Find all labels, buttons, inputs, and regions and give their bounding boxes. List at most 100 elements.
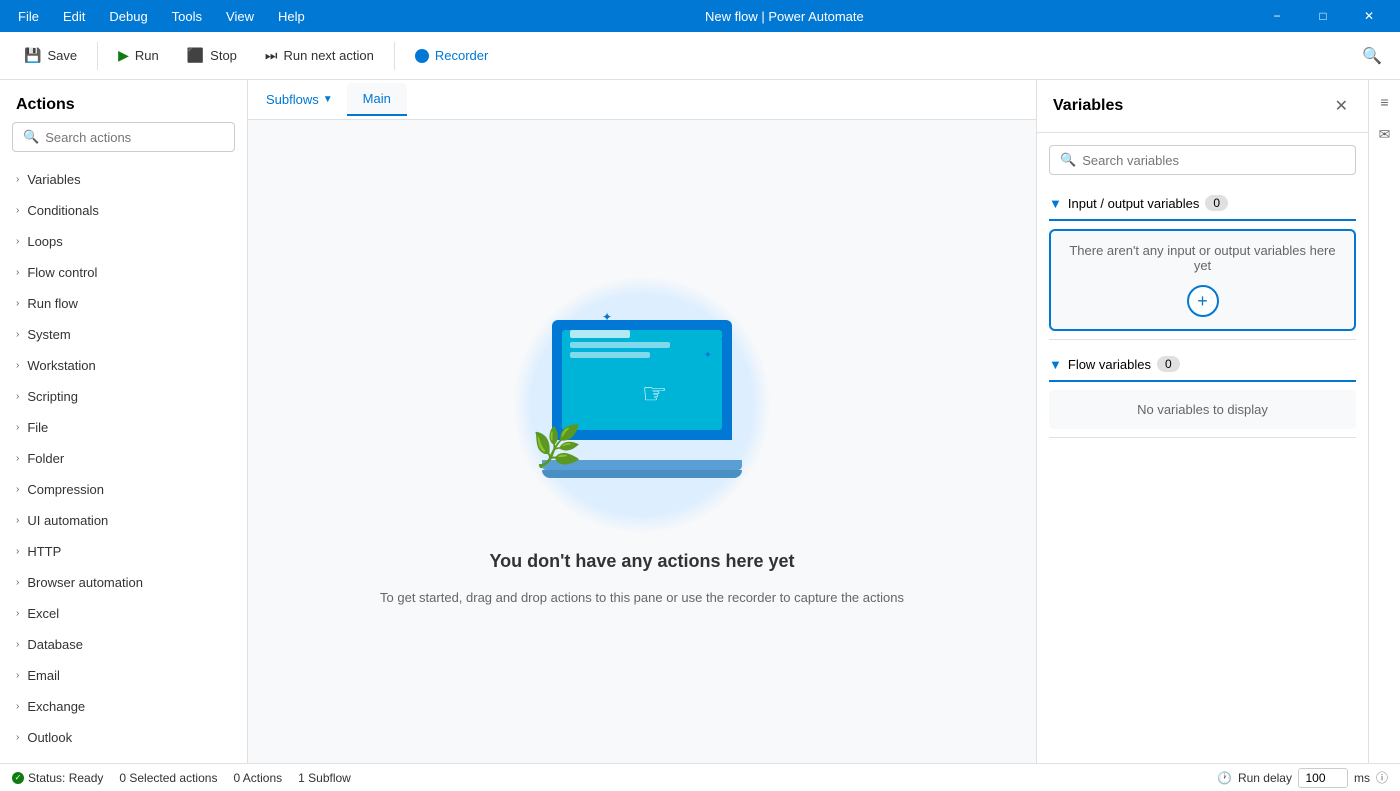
laptop-foot (542, 470, 742, 478)
action-group-label: Loops (27, 234, 62, 249)
action-group-database[interactable]: › Database (0, 629, 247, 660)
io-count-badge: 0 (1205, 195, 1228, 211)
flow-canvas: Subflows ▼ Main ☞ (248, 80, 1036, 763)
action-group-file[interactable]: › File (0, 412, 247, 443)
action-group-loops[interactable]: › Loops (0, 226, 247, 257)
search-input[interactable] (45, 130, 224, 145)
status-bar: ✓ Status: Ready 0 Selected actions 0 Act… (0, 763, 1400, 791)
screen-bar (570, 330, 630, 338)
actions-list: › Variables › Conditionals › Loops › Flo… (0, 164, 247, 763)
action-group-label: Exchange (27, 699, 85, 714)
save-label: Save (47, 48, 77, 63)
action-group-browser-automation[interactable]: › Browser automation (0, 567, 247, 598)
menu-tools[interactable]: Tools (162, 5, 212, 28)
menu-view[interactable]: View (216, 5, 264, 28)
chevron-icon: › (16, 205, 19, 216)
action-group-label: Email (27, 668, 60, 683)
menu-file[interactable]: File (8, 5, 49, 28)
action-group-variables[interactable]: › Variables (0, 164, 247, 195)
chevron-icon: › (16, 391, 19, 402)
run-next-button[interactable]: ⏭ Run next action (253, 41, 386, 70)
sparkles-icon: ✦ (719, 330, 732, 350)
action-group-label: Folder (27, 451, 64, 466)
maximize-button[interactable]: □ (1300, 0, 1346, 32)
subflows-button[interactable]: Subflows ▼ (256, 86, 343, 113)
action-group-conditionals[interactable]: › Conditionals (0, 195, 247, 226)
run-delay-input[interactable] (1298, 768, 1348, 788)
flow-empty-text: No variables to display (1061, 402, 1344, 417)
variables-search-container: 🔍 (1049, 145, 1356, 175)
search-icon[interactable]: 🔍 (1356, 40, 1388, 72)
menu-bar: File Edit Debug Tools View Help (8, 5, 315, 28)
save-button[interactable]: 💾 Save (12, 41, 89, 70)
flow-count-badge: 0 (1157, 356, 1180, 372)
action-group-email[interactable]: › Email (0, 660, 247, 691)
action-group-excel[interactable]: › Excel (0, 598, 247, 629)
action-group-label: Database (27, 637, 83, 652)
cursor-icon: ☞ (642, 377, 667, 410)
chevron-icon: › (16, 298, 19, 309)
action-group-workstation[interactable]: › Workstation (0, 350, 247, 381)
action-group-folder[interactable]: › Folder (0, 443, 247, 474)
chevron-icon: › (16, 422, 19, 433)
run-button[interactable]: ▶ Run (106, 41, 171, 70)
empty-illustration: ☞ 🌿 ✦ ✦ ✦ (512, 275, 772, 535)
run-delay-unit: ms (1354, 771, 1370, 785)
action-group-system[interactable]: › System (0, 319, 247, 350)
stop-button[interactable]: ⬛ Stop (175, 41, 249, 70)
chevron-icon: › (16, 267, 19, 278)
separator-1 (97, 42, 98, 70)
status-label: Status: Ready (28, 771, 103, 785)
action-group-label: Conditionals (27, 203, 99, 218)
flow-section-header[interactable]: ▼ Flow variables 0 (1049, 348, 1356, 380)
io-divider (1049, 219, 1356, 221)
action-group-flow-control[interactable]: › Flow control (0, 257, 247, 288)
action-group-http[interactable]: › HTTP (0, 536, 247, 567)
minimize-button[interactable]: − (1254, 0, 1300, 32)
close-icon[interactable]: ✕ (1331, 92, 1352, 120)
action-group-outlook[interactable]: › Outlook (0, 722, 247, 753)
menu-help[interactable]: Help (268, 5, 315, 28)
actions-panel-title: Actions (0, 80, 247, 122)
chevron-icon: › (16, 360, 19, 371)
email-icon[interactable]: ✉ (1371, 120, 1399, 148)
action-group-label: Variables (27, 172, 80, 187)
variables-search-input[interactable] (1082, 153, 1345, 168)
action-group-compression[interactable]: › Compression (0, 474, 247, 505)
info-icon[interactable]: ⓘ (1376, 769, 1388, 786)
close-button[interactable]: ✕ (1346, 0, 1392, 32)
action-group-run-flow[interactable]: › Run flow (0, 288, 247, 319)
io-section-header[interactable]: ▼ Input / output variables 0 (1049, 187, 1356, 219)
sparkles-icon3: ✦ (602, 310, 742, 324)
stop-icon: ⬛ (187, 47, 204, 64)
sparkles-icon2: ✦ (704, 350, 712, 361)
action-group-label: Flow control (27, 265, 97, 280)
empty-title: You don't have any actions here yet (489, 551, 794, 572)
chevron-icon: › (16, 546, 19, 557)
menu-debug[interactable]: Debug (99, 5, 157, 28)
action-group-exchange[interactable]: › Exchange (0, 691, 247, 722)
window-title: New flow | Power Automate (315, 9, 1254, 24)
action-group-message-boxes[interactable]: › Message boxes (0, 753, 247, 763)
toolbar: 💾 Save ▶ Run ⬛ Stop ⏭ Run next action Re… (0, 32, 1400, 80)
main-layout: Actions 🔍 › Variables › Conditionals › L… (0, 80, 1400, 763)
recorder-label: Recorder (435, 48, 488, 63)
chevron-icon: › (16, 608, 19, 619)
variables-header: Variables ✕ (1037, 80, 1368, 133)
tab-main[interactable]: Main (347, 83, 407, 116)
io-section-label: Input / output variables (1068, 196, 1200, 211)
flow-section-content: No variables to display (1049, 390, 1356, 429)
run-next-label: Run next action (284, 48, 374, 63)
chevron-icon: › (16, 639, 19, 650)
empty-subtitle: To get started, drag and drop actions to… (380, 588, 904, 608)
menu-edit[interactable]: Edit (53, 5, 95, 28)
action-group-scripting[interactable]: › Scripting (0, 381, 247, 412)
action-group-label: Scripting (27, 389, 78, 404)
action-group-ui-automation[interactable]: › UI automation (0, 505, 247, 536)
chevron-icon: › (16, 577, 19, 588)
status-ready: ✓ Status: Ready (12, 771, 103, 785)
recorder-button[interactable]: Recorder (403, 42, 500, 69)
layers-icon[interactable]: ≡ (1371, 88, 1399, 116)
save-icon: 💾 (24, 47, 41, 64)
add-variable-button[interactable]: + (1187, 285, 1219, 317)
